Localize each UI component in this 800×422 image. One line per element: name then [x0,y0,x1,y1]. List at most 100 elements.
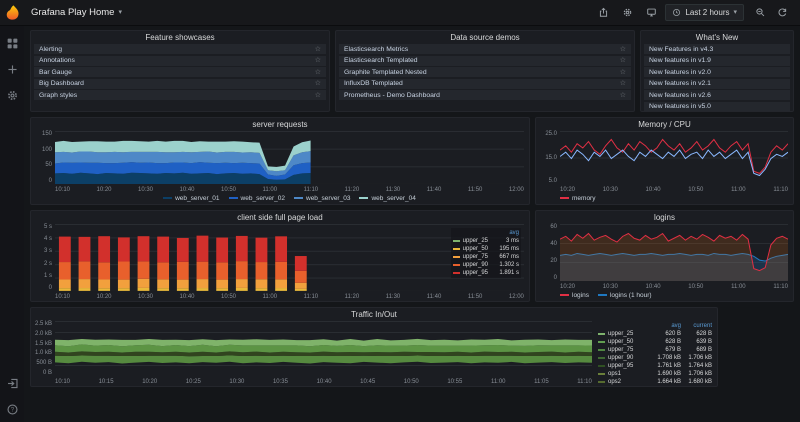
legend-item[interactable]: web_server_02 [228,195,285,202]
legend-swatch [359,197,369,199]
panel-title[interactable]: Feature showcases [31,31,329,43]
grafana-logo-icon[interactable] [4,4,21,21]
legend-label[interactable]: upper_95 [463,270,488,276]
sidebar-signin-button[interactable] [5,376,19,390]
legend-label[interactable]: upper_75 [608,347,633,353]
x-axis: 10:10 10:15 10:20 10:25 10:30 10:35 10:40 10:45… [55,376,592,385]
settings-button[interactable] [617,4,637,21]
sidebar-configuration-button[interactable] [5,88,19,102]
plot-area[interactable] [560,131,788,184]
panel-title[interactable]: What's New [641,31,793,43]
legend-swatch [452,240,460,242]
legend-column-header[interactable]: current [681,323,712,329]
star-icon[interactable]: ☆ [315,80,321,87]
plot-area[interactable] [55,131,524,184]
legend-item[interactable]: logins [560,292,589,299]
legend-table: avg current upper_25 620 B 628 B upper_50 628 … [592,321,712,385]
legend-label[interactable]: upper_75 [463,254,488,260]
tick-label: 10:30 [229,379,245,385]
legend-item[interactable]: web_server_04 [359,195,416,202]
dashboard-link[interactable]: Elasticsearch Templated ☆ [339,55,631,66]
panel-title[interactable]: logins [536,211,793,223]
star-icon[interactable]: ☆ [620,57,626,64]
legend-label[interactable]: upper_50 [608,339,633,345]
star-icon[interactable]: ☆ [620,80,626,87]
sidebar-dashboards-button[interactable] [5,36,19,50]
dashboard-link[interactable]: Alerting ☆ [34,44,326,54]
legend-swatch [452,264,460,266]
star-icon[interactable]: ☆ [315,57,321,64]
legend-item[interactable]: logins (1 hour) [597,292,652,299]
zoom-out-button[interactable] [750,4,770,21]
left-sidebar: ? [0,26,24,422]
legend-label[interactable]: ops2 [608,379,621,385]
panel-title[interactable]: Data source demos [336,31,634,43]
legend-item[interactable]: web_server_01 [163,195,220,202]
dashboard-link[interactable]: Graphite Templated Nested ☆ [339,67,631,77]
tick-label: 10:10 [55,294,71,300]
dashboard-link-label: Big Dashboard [39,80,84,87]
tick-label: 10:35 [272,379,288,385]
time-range-picker[interactable]: Last 2 hours ▾ [665,4,744,21]
dashboard-link-label: New features in v5.0 [649,103,711,110]
legend-label[interactable]: upper_25 [463,238,488,244]
legend-label[interactable]: upper_95 [608,363,633,369]
dashboard-link[interactable]: Graph styles ☆ [34,90,326,100]
legend-label[interactable]: upper_90 [608,355,633,361]
legend-value: 1.706 kB [688,355,712,361]
dashboard-link[interactable]: New Features in v4.3 [644,44,790,54]
dashboard-link[interactable]: Annotations ☆ [34,55,326,66]
legend-column-header[interactable]: avg [488,230,519,236]
refresh-button[interactable] [772,4,792,21]
star-icon[interactable]: ☆ [620,69,626,76]
legend-row: upper_95 1.891 s [452,269,519,277]
plot-area[interactable]: avg upper_25 3 ms upper_50 195 ms upper_75 667… [55,224,524,291]
star-icon[interactable]: ☆ [315,92,321,99]
help-icon: ? [6,403,18,415]
dashboard-link[interactable]: Big Dashboard ☆ [34,78,326,89]
share-button[interactable] [593,4,613,21]
legend-value: 1.891 s [499,270,519,276]
dashboard-link[interactable]: Bar Gauge ☆ [34,67,326,77]
star-icon[interactable]: ☆ [620,92,626,99]
dashboard-link[interactable]: New features in v5.0 [644,101,790,111]
panel-title[interactable]: Traffic In/Out [31,308,717,320]
dashboard-link[interactable]: New features in v2.6 [644,90,790,100]
dashboard-link[interactable]: Prometheus - Demo Dashboard ☆ [339,90,631,100]
dashboard-link[interactable]: New features in v2.0 [644,67,790,77]
kiosk-mode-button[interactable] [641,4,661,21]
legend-row: upper_25 3 ms [452,237,519,245]
legend-label[interactable]: upper_90 [463,262,488,268]
tick-label: 10:25 [185,379,201,385]
legend-column-header[interactable]: avg [650,323,681,329]
legend-item[interactable]: memory [560,195,595,202]
dashboard-link[interactable]: New features in v1.9 [644,55,790,66]
plot-area[interactable] [560,224,788,281]
svg-text:?: ? [10,406,14,413]
panel-title[interactable]: server requests [31,118,529,130]
x-axis: 10:20 10:30 10:40 10:50 11:00 11:10 [560,281,788,290]
legend-label[interactable]: ops1 [608,371,621,377]
star-icon[interactable]: ☆ [315,46,321,53]
dashboard-link[interactable]: New features in v2.1 [644,78,790,89]
dashboard-title[interactable]: Grafana Play Home ▾ [25,7,128,18]
tick-label: 5.0 [548,178,557,184]
panel-title[interactable]: client side full page load [31,211,529,223]
legend-row: upper_50 628 B 639 B [598,338,712,346]
star-icon[interactable]: ☆ [620,46,626,53]
dashboard-link[interactable]: Elasticsearch Metrics ☆ [339,44,631,54]
legend-label[interactable]: upper_50 [463,246,488,252]
panel-title[interactable]: Memory / CPU [536,118,793,130]
star-icon[interactable]: ☆ [315,69,321,76]
legend-value: 1.302 s [499,262,519,268]
dashboard-link[interactable]: InfluxDB Templated ☆ [339,78,631,89]
legend-item[interactable]: web_server_03 [294,195,350,202]
sidebar-help-button[interactable]: ? [5,402,19,416]
dashboard-link-label: InfluxDB Templated [344,80,403,87]
gear-icon [623,8,632,17]
dashboard-list: Alerting ☆ Annotations ☆ Bar Gauge ☆ Big Dashb… [31,43,329,111]
sidebar-create-button[interactable] [5,62,19,76]
legend-label[interactable]: upper_25 [608,331,633,337]
legend-value: 689 B [696,347,712,353]
plot-area[interactable] [55,321,592,376]
